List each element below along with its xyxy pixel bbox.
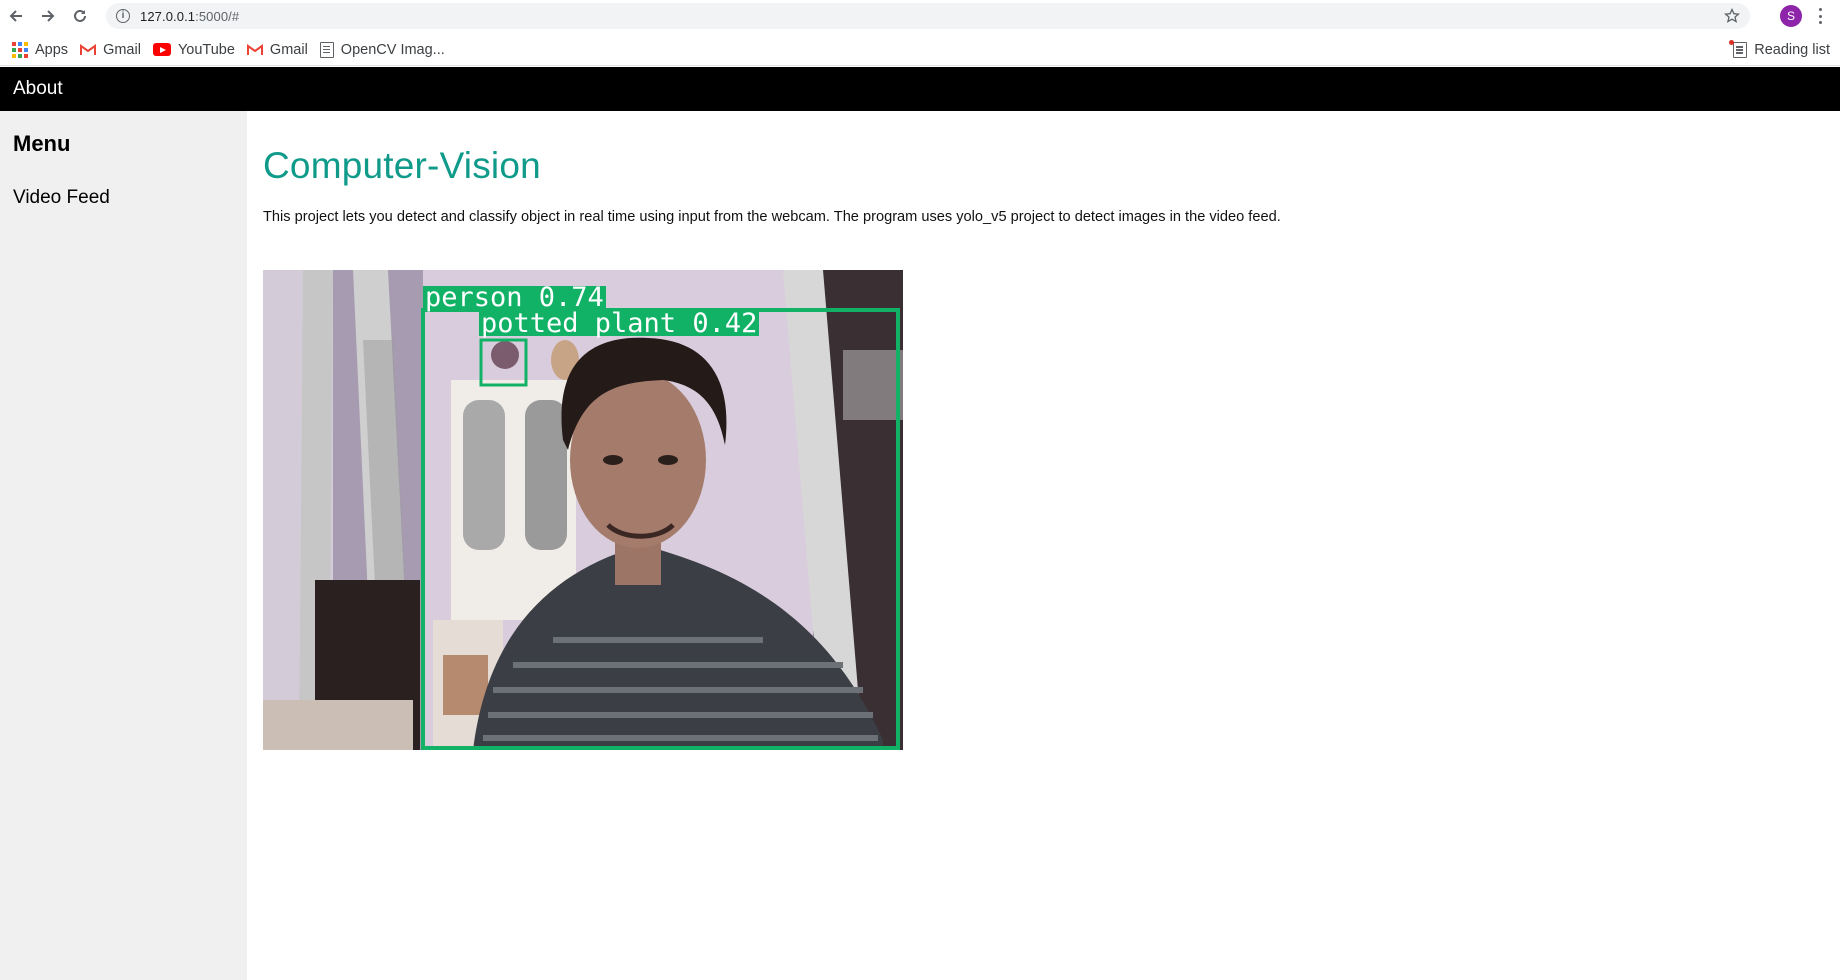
bookmark-label: YouTube xyxy=(177,41,235,58)
bookmarks-bar: Apps Gmail YouTube Gmail OpenCV Imag... … xyxy=(0,34,1840,66)
back-button[interactable] xyxy=(0,0,32,32)
reload-icon xyxy=(74,9,86,22)
forward-button[interactable] xyxy=(32,0,64,32)
reading-list-label: Reading list xyxy=(1754,42,1830,58)
sidebar: Menu Video Feed xyxy=(0,111,247,980)
project-description: This project lets you detect and classif… xyxy=(263,209,1281,225)
bookmark-apps[interactable]: Apps xyxy=(12,36,68,64)
page-title: Computer-Vision xyxy=(263,145,541,186)
bookmark-gmail[interactable]: Gmail xyxy=(80,36,141,64)
main-content: Computer-Vision This project lets you de… xyxy=(263,111,1283,228)
browser-menu-icon[interactable] xyxy=(1816,6,1824,26)
arrow-right-icon xyxy=(42,10,55,22)
detection-label-potted-plant: potted plant 0.42 xyxy=(479,308,760,339)
bookmark-gmail-2[interactable]: Gmail xyxy=(246,36,308,64)
bookmark-star-icon[interactable] xyxy=(1724,8,1740,24)
sidebar-item-video-feed[interactable]: Video Feed xyxy=(13,187,110,209)
gmail-icon xyxy=(246,43,263,55)
profile-avatar[interactable]: S xyxy=(1780,5,1802,27)
reading-list-button[interactable]: Reading list xyxy=(1729,34,1830,66)
browser-toolbar: i 127.0.0.1:5000/# S xyxy=(0,0,1840,32)
youtube-icon xyxy=(152,43,171,56)
apps-grid-icon xyxy=(12,41,28,58)
document-icon xyxy=(319,41,334,58)
site-info-icon[interactable]: i xyxy=(116,9,130,23)
top-navbar: About xyxy=(0,67,1840,111)
webcam-frame xyxy=(263,270,903,750)
bookmark-label: Apps xyxy=(35,41,69,58)
nav-about-link[interactable]: About xyxy=(0,67,76,111)
gmail-icon xyxy=(80,43,97,55)
detection-label-person: person 0.74 xyxy=(423,282,606,313)
address-bar[interactable]: i 127.0.0.1:5000/# xyxy=(106,3,1750,29)
arrow-left-icon xyxy=(9,10,22,22)
sidebar-heading: Menu xyxy=(13,131,71,156)
video-feed: person 0.74 potted plant 0.42 xyxy=(263,270,903,750)
bookmark-label: Gmail xyxy=(269,41,308,58)
bookmark-label: Gmail xyxy=(103,41,141,58)
bookmark-youtube[interactable]: YouTube xyxy=(152,36,235,64)
bookmark-opencv[interactable]: OpenCV Imag... xyxy=(319,36,445,64)
reading-list-icon xyxy=(1729,40,1748,58)
reload-button[interactable] xyxy=(64,0,96,32)
bookmark-label: OpenCV Imag... xyxy=(340,41,445,58)
url-text: 127.0.0.1:5000/# xyxy=(140,8,240,24)
